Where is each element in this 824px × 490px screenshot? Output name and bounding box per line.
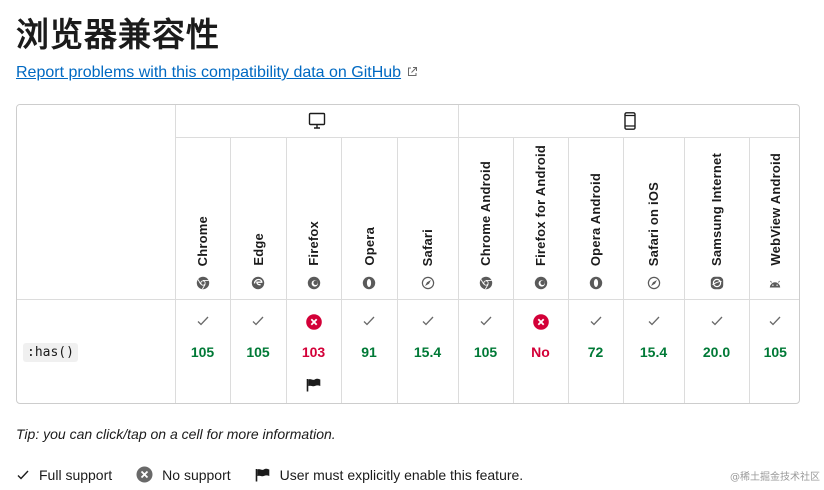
browser-header: Opera	[340, 137, 398, 300]
firefox-icon	[307, 276, 320, 290]
browser-name: Firefox for Android	[533, 144, 549, 266]
browser-name: WebView Android	[767, 153, 783, 266]
support-cell[interactable]: 20.0	[683, 299, 750, 403]
support-cell[interactable]: 105	[174, 299, 231, 403]
support-cell[interactable]: 105	[457, 299, 514, 403]
browser-name: Safari	[420, 228, 435, 266]
safari-icon	[647, 276, 660, 290]
check-icon	[711, 316, 722, 326]
browser-name: Chrome Android	[478, 161, 494, 266]
support-version: 105	[246, 344, 270, 360]
support-version: 103	[301, 344, 326, 360]
browser-header: WebView Android	[748, 137, 799, 300]
watermark: @稀土掘金技术社区	[730, 472, 820, 483]
check-icon	[590, 316, 601, 326]
support-cell[interactable]: 105	[229, 299, 287, 403]
platform-header-desktop	[174, 105, 459, 138]
legend-full-support: Full support	[16, 467, 112, 483]
external-link-icon	[408, 67, 418, 76]
legend-none-label: No support	[162, 466, 231, 483]
browser-name: Chrome	[195, 215, 210, 266]
browser-name: Opera Android	[588, 172, 604, 266]
support-version: 105	[763, 344, 787, 360]
report-link-label: Report problems with this compatibility …	[16, 64, 402, 81]
browser-header: Safari	[396, 137, 459, 300]
samsung-internet-icon	[710, 276, 723, 290]
check-icon	[252, 316, 264, 326]
opera-icon	[589, 276, 602, 290]
support-version: 91	[361, 344, 377, 360]
browser-name: Firefox	[306, 221, 321, 266]
check-icon	[17, 470, 29, 480]
table-corner	[17, 105, 176, 300]
browser-name: Edge	[250, 233, 266, 266]
no-support-icon	[305, 314, 322, 330]
check-icon	[769, 316, 781, 326]
support-version: 105	[473, 344, 498, 360]
desktop-icon	[308, 112, 325, 129]
check-icon	[197, 316, 208, 326]
support-version: 20.0	[702, 344, 731, 360]
mobile-icon	[624, 112, 636, 130]
check-icon	[648, 316, 659, 326]
browser-header: Chrome Android	[457, 137, 514, 300]
check-icon	[422, 316, 433, 326]
browser-header: Chrome	[175, 137, 231, 300]
browser-name: Safari on iOS	[646, 181, 662, 266]
check-icon	[480, 316, 491, 326]
support-cell[interactable]: No	[512, 299, 569, 403]
browser-header: Firefox	[285, 137, 342, 300]
edge-icon	[251, 276, 265, 290]
browser-header: Safari on iOS	[622, 137, 685, 300]
compat-table: Chrome Edge Firefox Opera Safari Chrome Andro…	[16, 104, 800, 404]
opera-icon	[362, 276, 376, 290]
legend-full-label: Full support	[39, 466, 113, 483]
support-cell[interactable]: 15.4	[396, 299, 459, 403]
feature-name: :has()	[23, 343, 78, 362]
support-cell[interactable]: 105	[748, 299, 799, 403]
tip-text: Tip: you can click/tap on a cell for mor…	[16, 426, 336, 442]
feature-name-cell: :has()	[17, 299, 176, 403]
no-support-icon	[136, 466, 153, 483]
android-icon	[770, 280, 781, 288]
support-version: 72	[587, 344, 604, 360]
report-problems-link[interactable]: Report problems with this compatibility …	[16, 64, 418, 82]
browser-header: Samsung Internet	[683, 137, 750, 300]
support-cell[interactable]: 72	[567, 299, 624, 403]
support-version: 15.4	[639, 344, 668, 360]
legend-flag-label: User must explicitly enable this feature…	[279, 466, 524, 483]
browser-name: Samsung Internet	[709, 153, 725, 266]
support-cell[interactable]: 91	[340, 299, 398, 403]
support-version: 105	[190, 344, 215, 360]
support-cell[interactable]: 15.4	[622, 299, 685, 403]
platform-header-mobile	[457, 105, 799, 138]
legend-flag: User must explicitly enable this feature…	[255, 466, 524, 483]
check-icon	[363, 316, 375, 326]
page-title: 浏览器兼容性	[16, 15, 220, 54]
flag-icon	[306, 378, 320, 392]
no-support-icon	[532, 314, 549, 330]
safari-icon	[421, 276, 434, 290]
browser-header: Opera Android	[567, 137, 624, 300]
legend-no-support: No support	[136, 466, 231, 483]
browser-header: Firefox for Android	[512, 137, 569, 300]
flag-icon	[255, 468, 269, 481]
support-version: 15.4	[413, 344, 442, 360]
chrome-icon	[479, 276, 492, 290]
browser-header: Edge	[229, 137, 287, 300]
firefox-icon	[534, 276, 547, 290]
browser-name: Opera	[361, 227, 377, 266]
legend: Full support No support User must explic…	[16, 466, 547, 483]
support-cell[interactable]: 103	[285, 299, 342, 403]
support-version: No	[531, 344, 550, 360]
chrome-icon	[196, 276, 209, 290]
